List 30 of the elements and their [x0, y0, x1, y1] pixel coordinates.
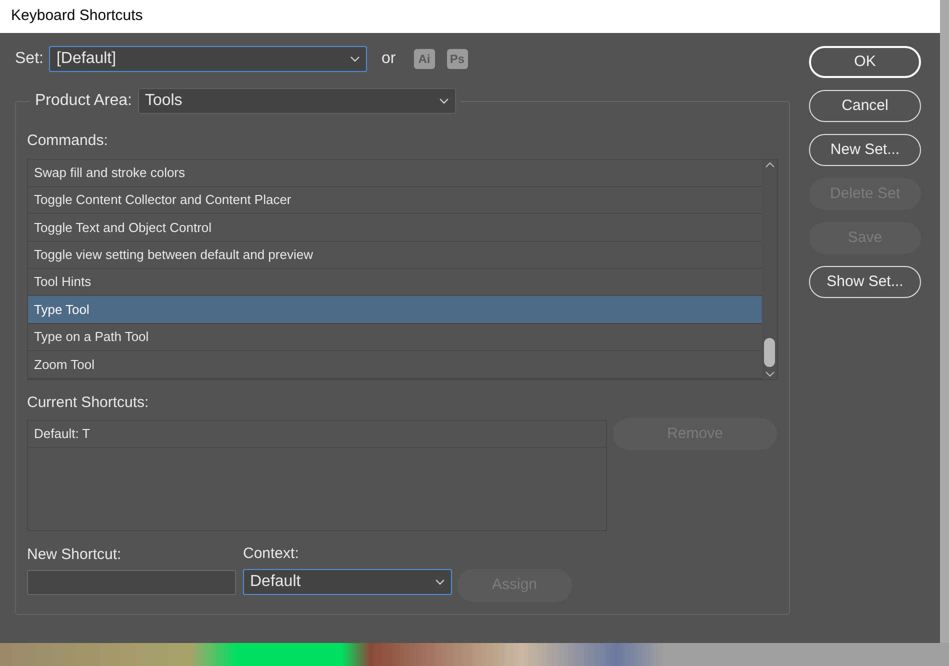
or-label: or: [381, 49, 396, 69]
scroll-up-icon: [764, 162, 774, 168]
context-dropdown[interactable]: Default: [243, 568, 452, 594]
dialog-button[interactable]: Show Set...: [809, 266, 921, 298]
context-label: Context:: [243, 544, 299, 564]
chevron-down-icon: [435, 578, 445, 584]
window-title: Keyboard Shortcuts: [11, 6, 143, 26]
command-row[interactable]: Zoom Tool: [28, 351, 762, 378]
current-shortcuts-label: Current Shortcuts:: [27, 392, 149, 412]
command-row[interactable]: Toggle Text and Object Control: [28, 214, 762, 242]
dialog-button[interactable]: Cancel: [809, 90, 921, 122]
new-shortcut-label: New Shortcut:: [27, 545, 122, 565]
set-dropdown[interactable]: [Default]: [49, 46, 368, 72]
command-row[interactable]: Type Tool: [28, 296, 762, 324]
dialog-button[interactable]: New Set...: [809, 134, 921, 166]
chevron-down-icon: [350, 56, 360, 62]
scroll-down-icon: [764, 370, 774, 376]
scroll-thumb[interactable]: [764, 338, 775, 366]
command-row[interactable]: Type on a Path Tool: [28, 324, 762, 352]
command-row[interactable]: Swap fill and stroke colors: [28, 160, 762, 187]
command-row[interactable]: Toggle Content Collector and Content Placer: [28, 186, 762, 214]
new-shortcut-field[interactable]: [27, 570, 236, 594]
shortcut-row[interactable]: Default: T: [28, 421, 606, 448]
dialog-button[interactable]: OK: [809, 46, 921, 78]
commands-label: Commands:: [27, 131, 108, 151]
product-area-label: Product Area:: [35, 91, 132, 111]
product-area-dropdown[interactable]: Tools: [138, 88, 456, 114]
chevron-down-icon: [438, 98, 449, 104]
command-row[interactable]: Toggle view setting between default and preview: [28, 242, 762, 269]
set-label: Set:: [15, 49, 44, 69]
